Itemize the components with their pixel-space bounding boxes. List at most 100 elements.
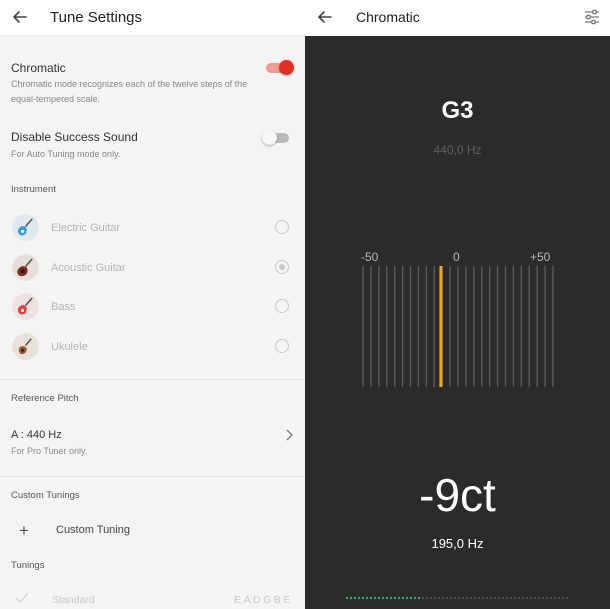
progress-dot <box>537 596 541 600</box>
instrument-label: Ukulele <box>51 341 88 353</box>
progress-dot <box>477 596 481 600</box>
electric-guitar-icon <box>12 214 39 241</box>
tuning-name[interactable]: Standard <box>52 594 95 606</box>
progress-dot <box>509 596 513 600</box>
progress-dot <box>353 596 357 600</box>
progress-dot <box>493 596 497 600</box>
progress-dot <box>517 596 521 600</box>
progress-dot <box>377 596 381 600</box>
reference-pitch-heading: Reference Pitch <box>11 393 79 404</box>
bass-guitar-icon <box>12 293 39 320</box>
progress-dot <box>497 596 501 600</box>
progress-dot <box>441 596 445 600</box>
progress-dot <box>549 596 553 600</box>
custom-tunings-heading: Custom Tunings <box>11 490 80 501</box>
progress-dot <box>349 596 353 600</box>
radio-button[interactable] <box>275 220 289 234</box>
check-icon <box>15 592 29 604</box>
progress-dot <box>533 596 537 600</box>
instrument-option-bass[interactable]: Bass <box>0 291 305 325</box>
progress-dot <box>405 596 409 600</box>
toggle-knob <box>262 130 277 145</box>
add-custom-tuning-button[interactable]: Custom Tuning <box>56 524 130 536</box>
tuning-notes: EADGBE <box>234 594 293 606</box>
instrument-label: Acoustic Guitar <box>51 262 126 274</box>
progress-dot <box>393 596 397 600</box>
progress-dot <box>501 596 505 600</box>
progress-dot <box>565 596 569 600</box>
progress-dot <box>545 596 549 600</box>
instrument-option-ukulele[interactable]: Ukulele <box>0 331 305 365</box>
progress-dot <box>505 596 509 600</box>
progress-dot <box>345 596 349 600</box>
cents-offset: -9ct <box>419 469 496 521</box>
progress-dot <box>361 596 365 600</box>
chromatic-description: Chromatic mode recognizes each of the tw… <box>11 79 248 104</box>
progress-dot <box>489 596 493 600</box>
detected-frequency: 195,0 Hz <box>431 536 484 551</box>
instrument-label: Bass <box>51 301 76 313</box>
progress-dot <box>473 596 477 600</box>
progress-dot <box>429 596 433 600</box>
radio-button-selected[interactable] <box>275 260 289 274</box>
progress-dot <box>365 596 369 600</box>
progress-dot <box>557 596 561 600</box>
instrument-option-electric-guitar[interactable]: Electric Guitar <box>0 212 305 246</box>
progress-dot <box>453 596 457 600</box>
ukulele-icon <box>12 333 39 360</box>
progress-dot <box>433 596 437 600</box>
reference-pitch-description: For Pro Tuner only. <box>11 446 88 456</box>
chromatic-label: Chromatic <box>11 61 66 75</box>
progress-dot <box>417 596 421 600</box>
acoustic-guitar-icon <box>12 254 39 281</box>
progress-dot <box>385 596 389 600</box>
back-arrow-icon[interactable] <box>10 7 30 27</box>
progress-dot <box>397 596 401 600</box>
chevron-right-icon[interactable] <box>283 428 295 442</box>
progress-dot <box>389 596 393 600</box>
progress-dot <box>481 596 485 600</box>
radio-button[interactable] <box>275 339 289 353</box>
tuner-panel: Chromatic G3 440,0 Hz -50 0 +50 -9ct 195… <box>305 0 610 609</box>
progress-dot <box>561 596 565 600</box>
progress-dot <box>525 596 529 600</box>
radio-button[interactable] <box>275 299 289 313</box>
page-title: Tune Settings <box>50 9 142 26</box>
progress-dot <box>457 596 461 600</box>
progress-dot <box>437 596 441 600</box>
progress-dot <box>425 596 429 600</box>
reference-pitch-value[interactable]: A : 440 Hz <box>11 429 62 441</box>
section-divider <box>0 476 305 477</box>
progress-dot <box>529 596 533 600</box>
progress-dot <box>369 596 373 600</box>
progress-dot <box>541 596 545 600</box>
instrument-option-acoustic-guitar[interactable]: Acoustic Guitar <box>0 252 305 286</box>
success-sound-description: For Auto Tuning mode only. <box>11 149 121 159</box>
progress-dot <box>445 596 449 600</box>
progress-dot <box>553 596 557 600</box>
progress-dot <box>469 596 473 600</box>
tunings-heading: Tunings <box>11 560 45 571</box>
progress-dot <box>513 596 517 600</box>
chromatic-toggle[interactable] <box>266 60 294 75</box>
settings-header: Tune Settings <box>0 0 305 36</box>
toggle-knob <box>279 60 294 75</box>
settings-panel: Tune Settings Chromatic Chromatic mode r… <box>0 0 305 609</box>
section-divider <box>0 379 305 380</box>
progress-dot <box>421 596 425 600</box>
instrument-heading: Instrument <box>11 184 56 195</box>
progress-dot <box>401 596 405 600</box>
progress-dot <box>465 596 469 600</box>
progress-dot <box>413 596 417 600</box>
instrument-label: Electric Guitar <box>51 222 121 234</box>
progress-dot <box>381 596 385 600</box>
success-sound-toggle[interactable] <box>262 130 289 145</box>
progress-dot <box>449 596 453 600</box>
success-sound-label: Disable Success Sound <box>11 130 138 144</box>
plus-icon[interactable]: + <box>19 521 29 541</box>
progress-dot <box>409 596 413 600</box>
progress-dot <box>357 596 361 600</box>
progress-dot <box>485 596 489 600</box>
progress-dot <box>521 596 525 600</box>
progress-dot <box>373 596 377 600</box>
